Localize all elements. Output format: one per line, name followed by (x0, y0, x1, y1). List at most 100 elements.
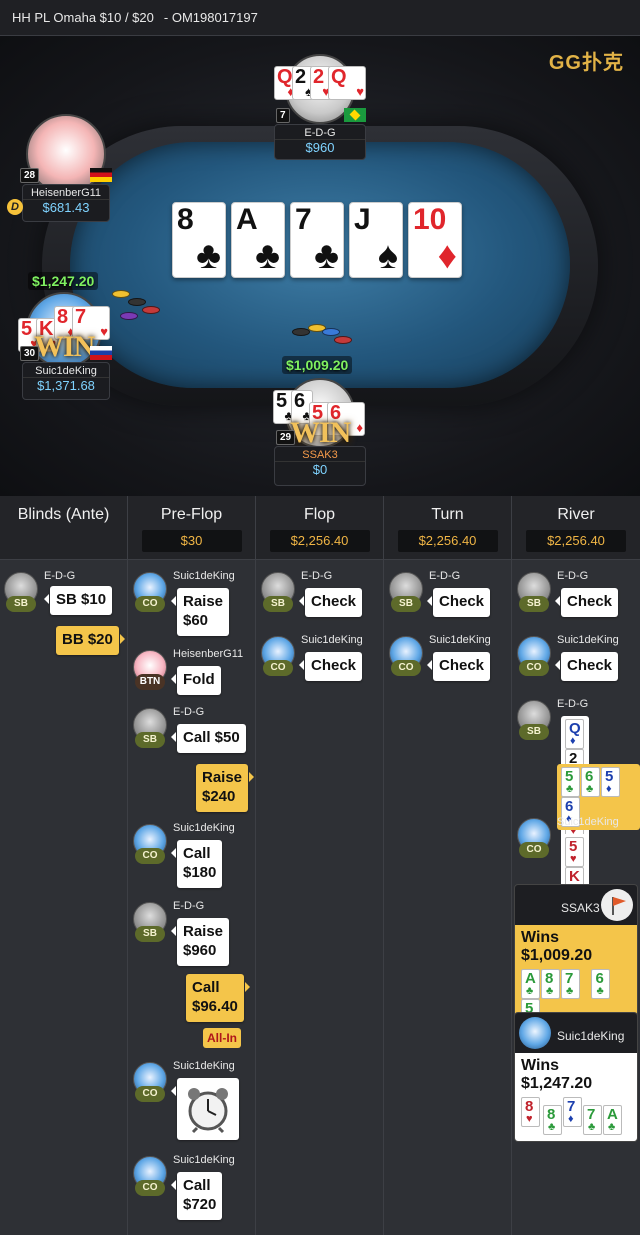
board-card: A ♣ (231, 202, 285, 278)
win-amount: Wins $1,247.20 (521, 1057, 593, 1092)
win-badge: WIN (290, 416, 351, 449)
column-river: River $2,256.40 (512, 496, 640, 560)
level-badge: 30 (20, 346, 40, 361)
player-name: Suic1deKing (301, 634, 363, 646)
hand-replayer: HH PL Omaha $10 / $20 - OM198017197 GG扑克… (0, 0, 640, 1235)
player-stack: $1,371.68 (23, 377, 109, 396)
hole-card: Q ♥ (328, 66, 366, 100)
position-badge: SB (135, 732, 165, 748)
player-nameplate: SSAK3 $0 (274, 446, 366, 486)
action-bubble: Check (554, 652, 619, 681)
timebank-bubble (171, 1078, 239, 1140)
mini-card: 5♣ (561, 767, 580, 797)
position-badge: SB (263, 596, 293, 612)
mini-card: 5 ♥ (565, 837, 584, 867)
player-name: E-D-G (304, 127, 336, 139)
chip-stack (292, 328, 310, 336)
mini-card: 8 ♣ (541, 969, 560, 999)
chip-stack (334, 336, 352, 344)
player-name: Suic1deKing (557, 1029, 625, 1043)
mini-card: 5 ♦ (601, 767, 620, 797)
mini-card: Q ♦ (565, 719, 584, 749)
action-bubble: Raise $60 (170, 588, 230, 636)
level-badge: 7 (276, 108, 290, 123)
action-bubble: Call $50 (171, 724, 246, 753)
player-name: E-D-G (173, 900, 205, 912)
action-bubble: Call $180 (170, 840, 223, 888)
board-card: 7 ♣ (290, 202, 344, 278)
dealer-button: D (7, 199, 23, 215)
position-badge: SB (519, 724, 549, 740)
poker-table-view: GG扑克 8 ♣ A ♣ 7 ♣ J ♠ 10 ♦ Q ♦ 2 ♠ 2 ♥ Q ♥ 7 E-D-G… (0, 36, 640, 496)
action-bubble: Call $720 (170, 1172, 223, 1220)
mini-card: 8 ♣ (543, 1105, 562, 1135)
action-bubble: Call $96.40 (186, 974, 250, 1022)
level-badge: 28 (20, 168, 40, 183)
mini-card: A ♣ (521, 969, 540, 999)
winner-panel: Suic1deKing Wins $1,247.20 8 ♥ 8 ♣ 7 ♦ 7 ♣ A ♣ (514, 1012, 638, 1142)
street-pot: $2,256.40 (269, 530, 370, 552)
board-card: 10 ♦ (408, 202, 462, 278)
player-name: Suic1deKing (173, 822, 235, 834)
position-badge: CO (391, 660, 421, 676)
action-bubble: Check (554, 588, 619, 617)
mini-card: 7 ♣ (561, 969, 580, 999)
board-card: J ♠ (349, 202, 403, 278)
board-card: 8 ♣ (172, 202, 226, 278)
position-badge: CO (135, 1086, 165, 1102)
player-name: Suic1deKing (557, 634, 619, 646)
player-name: SSAK3 (302, 449, 338, 461)
player-name: E-D-G (557, 698, 589, 710)
position-badge: CO (263, 660, 293, 676)
position-badge: CO (519, 842, 549, 858)
hand-id: - OM198017197 (163, 10, 258, 25)
flag-icon (90, 346, 112, 360)
position-badge: BTN (135, 674, 165, 690)
all-in-tag: All-In (203, 1028, 241, 1048)
action-bubble: Check (426, 652, 491, 681)
player-name: Suic1deKing (557, 816, 619, 828)
chip-stack (322, 328, 340, 336)
player-name: E-D-G (557, 570, 589, 582)
player-stack: $681.43 (23, 199, 109, 218)
game-title: HH PL Omaha $10 / $20 (12, 10, 154, 25)
column-flop: Flop $2,256.40 (256, 496, 384, 560)
win-badge: WIN (34, 330, 95, 363)
flag-icon (90, 168, 112, 182)
flag-icon (344, 108, 366, 122)
position-badge: SB (391, 596, 421, 612)
position-badge: CO (135, 1180, 165, 1196)
player-nameplate: Suic1deKing $1,371.68 (22, 362, 110, 400)
level-badge: 29 (276, 430, 296, 445)
blinds-body (0, 560, 128, 1235)
action-bubble: Check (298, 652, 363, 681)
player-name: E-D-G (173, 706, 205, 718)
position-badge: SB (519, 596, 549, 612)
street-pot: $2,256.40 (397, 530, 498, 552)
player-name: Suic1deKing (173, 570, 235, 582)
chip-stack (142, 306, 160, 314)
column-preflop: Pre-Flop $30 (128, 496, 256, 560)
player-name: E-D-G (429, 570, 461, 582)
action-bubble: SB $10 (43, 586, 113, 615)
avatar[interactable] (519, 1017, 551, 1049)
position-badge: SB (135, 926, 165, 942)
column-blinds: Blinds (Ante) (0, 496, 128, 560)
action-bubble: Check (298, 588, 363, 617)
player-stack: $0 (275, 461, 365, 480)
street-pot: $2,256.40 (526, 530, 626, 552)
player-name: E-D-G (44, 570, 76, 582)
mini-card: 8 ♥ (521, 1097, 540, 1127)
pot-amount: $1,009.20 (282, 356, 353, 374)
column-turn: Turn $2,256.40 (384, 496, 512, 560)
action-bubble: BB $20 (56, 626, 125, 655)
avatar[interactable] (601, 889, 633, 921)
action-history: Blinds (Ante) Pre-Flop $30 Flop $2,256.4… (0, 496, 640, 1235)
player-name: HeisenberG11 (30, 187, 102, 199)
hand-header: HH PL Omaha $10 / $20 - OM198017197 (0, 0, 640, 36)
chip-stack (128, 298, 146, 306)
player-stack: $960 (275, 139, 365, 158)
street-pot: $30 (141, 530, 242, 552)
position-badge: CO (135, 596, 165, 612)
flag-icon (612, 897, 626, 915)
